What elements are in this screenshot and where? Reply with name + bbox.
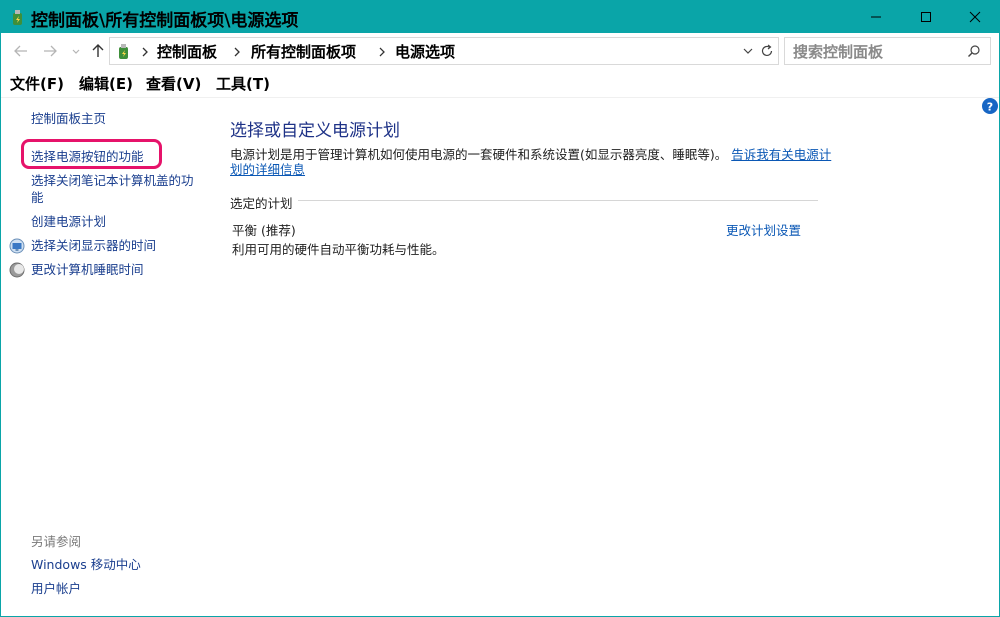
windows-mobility-center-link[interactable]: Windows 移动中心	[31, 556, 141, 573]
title-bar[interactable]: 控制面板\所有控制面板项\电源选项	[1, 1, 999, 33]
learn-more-link-part1[interactable]: 告诉我有关电源计	[731, 147, 831, 162]
control-panel-home-link[interactable]: 控制面板主页	[31, 110, 106, 127]
menu-file[interactable]: 文件(F)	[10, 73, 64, 94]
back-button[interactable]	[12, 42, 30, 60]
chevron-right-icon[interactable]	[377, 46, 387, 58]
forward-button[interactable]	[41, 42, 59, 60]
control-panel-icon	[114, 41, 134, 61]
breadcrumb-power-options[interactable]: 电源选项	[395, 41, 455, 62]
search-placeholder: 搜索控制面板	[793, 43, 884, 61]
help-button[interactable]: ?	[982, 98, 998, 114]
create-power-plan-link[interactable]: 创建电源计划	[31, 213, 106, 230]
help-icon: ?	[982, 98, 998, 114]
choose-power-button-link[interactable]: 选择电源按钮的功能	[31, 148, 144, 165]
maximize-icon	[921, 12, 931, 22]
arrow-right-icon	[44, 45, 57, 57]
turn-off-display-link[interactable]: 选择关闭显示器的时间	[31, 237, 156, 254]
choose-lid-close-link-line2[interactable]: 能	[31, 189, 44, 206]
up-button[interactable]	[89, 42, 107, 60]
selected-plan-heading: 选定的计划	[230, 196, 293, 211]
search-icon[interactable]	[967, 44, 981, 58]
chevron-right-icon[interactable]	[140, 46, 150, 58]
maximize-button[interactable]	[901, 1, 951, 33]
user-accounts-link[interactable]: 用户帐户	[31, 580, 81, 597]
chevron-right-icon[interactable]	[232, 46, 242, 58]
main-content: ? 选择或自定义电源计划 电源计划是用于管理计算机如何使用电源的一套硬件和系统设…	[216, 98, 999, 616]
page-title: 选择或自定义电源计划	[230, 121, 400, 141]
recent-locations-button[interactable]	[69, 42, 87, 60]
arrow-up-icon	[92, 44, 104, 57]
description-text: 电源计划是用于管理计算机如何使用电源的一套硬件和系统设置(如显示器亮度、睡眠等)…	[230, 147, 728, 162]
choose-lid-close-link-line1[interactable]: 选择关闭笔记本计算机盖的功	[31, 172, 194, 189]
plan-name: 平衡 (推荐)	[232, 223, 296, 238]
chevron-down-icon	[72, 49, 80, 54]
breadcrumb-control-panel[interactable]: 控制面板	[157, 41, 217, 62]
moon-icon	[9, 262, 25, 278]
change-plan-settings-link[interactable]: 更改计划设置	[726, 220, 801, 239]
menu-edit[interactable]: 编辑(E)	[79, 73, 133, 94]
address-bar[interactable]: 控制面板 所有控制面板项 电源选项	[109, 37, 779, 65]
arrow-left-icon	[14, 45, 27, 57]
close-button[interactable]	[950, 1, 999, 33]
minimize-button[interactable]	[851, 1, 901, 33]
menu-tools[interactable]: 工具(T)	[216, 73, 270, 94]
minimize-icon	[871, 16, 881, 18]
breadcrumb-all-items[interactable]: 所有控制面板项	[251, 41, 356, 62]
search-box[interactable]: 搜索控制面板	[784, 37, 991, 65]
menu-bar: 文件(F) 编辑(E) 查看(V) 工具(T)	[1, 69, 999, 98]
section-divider	[298, 200, 818, 201]
change-sleep-link[interactable]: 更改计算机睡眠时间	[31, 261, 144, 278]
svg-text:?: ?	[987, 101, 993, 114]
page-description: 电源计划是用于管理计算机如何使用电源的一套硬件和系统设置(如显示器亮度、睡眠等)…	[230, 147, 831, 177]
see-also-heading: 另请参阅	[31, 534, 82, 549]
learn-more-link-part2[interactable]: 划的详细信息	[230, 162, 305, 177]
plan-description: 利用可用的硬件自动平衡功耗与性能。	[232, 242, 445, 257]
menu-view[interactable]: 查看(V)	[146, 73, 201, 94]
power-options-icon	[8, 7, 28, 27]
refresh-icon[interactable]	[759, 43, 775, 59]
chevron-down-icon[interactable]	[742, 46, 754, 56]
window-title: 控制面板\所有控制面板项\电源选项	[31, 11, 299, 31]
monitor-icon	[9, 238, 25, 254]
close-icon	[969, 11, 981, 23]
power-options-window: 控制面板\所有控制面板项\电源选项 控制面板 所有控制面板项 电源选项 搜索控制…	[0, 0, 1000, 617]
task-pane: 控制面板主页 选择电源按钮的功能 选择关闭笔记本计算机盖的功 能 创建电源计划 …	[1, 98, 216, 616]
navigation-bar: 控制面板 所有控制面板项 电源选项 搜索控制面板	[1, 33, 999, 69]
